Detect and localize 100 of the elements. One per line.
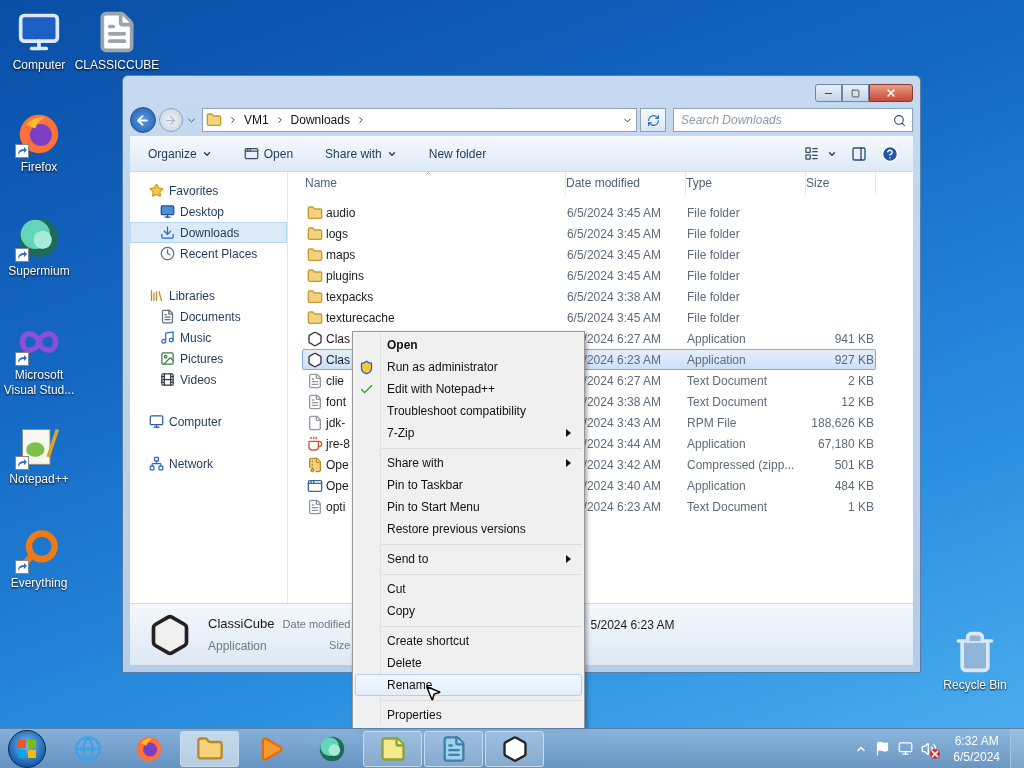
menu-item[interactable]: Rename <box>355 674 582 696</box>
file-name[interactable]: Clas <box>326 350 350 369</box>
desktop-icon-label[interactable]: Supermium <box>8 264 70 279</box>
menu-item[interactable]: Delete <box>355 652 582 674</box>
download-folder-icon <box>160 225 175 240</box>
nav-item[interactable]: Network <box>130 453 287 474</box>
network-status-icon[interactable] <box>898 741 914 756</box>
sphere-icon <box>17 216 61 260</box>
view-options-button[interactable] <box>804 146 837 161</box>
toolbar-button[interactable]: Open <box>233 141 304 166</box>
file-name[interactable]: opti <box>326 497 346 516</box>
file-name[interactable]: Ope <box>326 455 349 474</box>
detail-label: Size <box>329 637 351 653</box>
menu-item[interactable]: Properties <box>355 704 582 726</box>
file-name[interactable]: jre-8 <box>326 434 350 453</box>
volume-icon[interactable] <box>921 740 938 757</box>
file-name[interactable]: audio <box>326 203 356 222</box>
column-header[interactable]: Type <box>686 172 806 194</box>
hexagon-icon <box>500 734 529 763</box>
menu-item[interactable]: Copy <box>355 600 582 622</box>
file-name[interactable]: texturecache <box>326 308 395 327</box>
nav-item[interactable]: Music <box>130 327 287 348</box>
nav-item[interactable]: Documents <box>130 306 287 327</box>
window-icon <box>243 146 259 161</box>
type-cell-text: Text Document <box>687 393 769 411</box>
details-view-icon <box>804 146 819 161</box>
toolbar-button[interactable]: New folder <box>418 141 497 166</box>
close-icon <box>885 87 897 99</box>
submenu-arrow-icon <box>566 429 571 437</box>
desktop-icon-label[interactable]: Computer <box>12 58 66 73</box>
preview-pane-icon <box>851 145 867 162</box>
file-name[interactable]: clie <box>326 371 344 390</box>
date-cell-text: 6/5/2024 3:45 AM <box>566 309 661 327</box>
nav-item[interactable]: Favorites <box>130 180 287 201</box>
detail-label: Date modified <box>282 617 351 632</box>
note-icon <box>378 734 407 763</box>
type-cell-text: File folder <box>687 309 741 327</box>
show-desktop-button[interactable] <box>1010 728 1024 768</box>
file-name[interactable]: logs <box>326 224 348 243</box>
file-name[interactable]: font <box>326 392 346 411</box>
preview-pane-button[interactable] <box>851 145 867 162</box>
column-header[interactable]: Size <box>806 172 876 194</box>
back-button[interactable] <box>130 107 156 133</box>
start-button[interactable] <box>8 729 46 768</box>
menu-item[interactable]: Edit with Notepad++ <box>355 378 582 400</box>
file-name: ClassiCube <box>208 615 275 634</box>
app-window-icon <box>307 477 323 494</box>
toolbar-button[interactable]: Share with <box>315 141 407 166</box>
file-name[interactable]: jdk- <box>326 413 346 432</box>
search-field[interactable]: Search Downloads <box>673 108 913 132</box>
music-note-icon <box>160 330 175 345</box>
size-cell-text: 2 KB <box>848 372 874 390</box>
type-cell-text: Application <box>687 435 747 453</box>
menu-item[interactable]: Pin to Start Menu <box>355 496 582 518</box>
menu-item[interactable]: Send to <box>355 548 582 570</box>
desktop-icon-label[interactable]: Everything <box>10 576 68 591</box>
monitor-icon <box>160 204 175 219</box>
file-name[interactable]: plugins <box>326 266 365 285</box>
column-header[interactable]: Name <box>302 172 566 194</box>
minimize-button[interactable] <box>815 84 842 102</box>
breadcrumb[interactable]: VM1 <box>243 111 269 129</box>
nav-item[interactable]: Libraries <box>130 285 287 306</box>
fox-globe-icon <box>17 112 61 156</box>
column-header[interactable]: Date modified <box>566 172 686 194</box>
file-name[interactable]: texpacks <box>326 287 374 306</box>
help-button[interactable] <box>881 144 899 163</box>
nav-item[interactable]: Pictures <box>130 348 287 369</box>
nav-item[interactable]: Desktop <box>130 201 287 222</box>
menu-item[interactable]: Pin to Taskbar <box>355 474 582 496</box>
desktop-icon-label[interactable]: Firefox <box>20 160 58 175</box>
archive-icon <box>307 456 323 473</box>
desktop-icon-label[interactable]: CLASSICCUBE <box>74 58 160 73</box>
menu-item[interactable]: Create shortcut <box>355 630 582 652</box>
refresh-button[interactable] <box>640 108 666 132</box>
file-name[interactable]: Ope <box>326 476 349 495</box>
nav-item[interactable]: Videos <box>130 369 287 390</box>
maximize-button[interactable] <box>842 84 869 102</box>
menu-item[interactable]: Troubleshoot compatibility <box>355 400 582 422</box>
nav-item[interactable]: Downloads <box>130 222 287 243</box>
close-button[interactable] <box>869 84 913 102</box>
date-cell-text: 6/5/2024 3:45 AM <box>566 246 661 264</box>
menu-item[interactable]: Share with <box>355 452 582 474</box>
address-bar[interactable]: VM1 Downloads <box>201 108 638 132</box>
menu-item[interactable]: Cut <box>355 578 582 600</box>
toolbar-button[interactable]: Organize <box>138 141 222 166</box>
library-icon <box>149 288 164 303</box>
flag-icon[interactable] <box>875 741 891 756</box>
breadcrumb[interactable]: Downloads <box>290 111 350 129</box>
file-name[interactable]: maps <box>326 245 356 264</box>
folder-icon <box>307 246 323 263</box>
folder-icon <box>205 112 222 128</box>
desktop-icon-label[interactable]: Notepad++ <box>9 472 69 487</box>
menu-item[interactable]: 7-Zip <box>355 422 582 444</box>
desktop-icon-label[interactable]: Microsoft Visual Stud... <box>1 368 77 398</box>
file-name[interactable]: Clas <box>326 329 350 348</box>
submenu-arrow-icon <box>566 555 571 563</box>
menu-item[interactable]: Restore previous versions <box>355 518 582 540</box>
nav-item[interactable]: Computer <box>130 411 287 432</box>
taskbar-app-button[interactable] <box>485 730 544 767</box>
nav-item[interactable]: Recent Places <box>130 243 287 264</box>
